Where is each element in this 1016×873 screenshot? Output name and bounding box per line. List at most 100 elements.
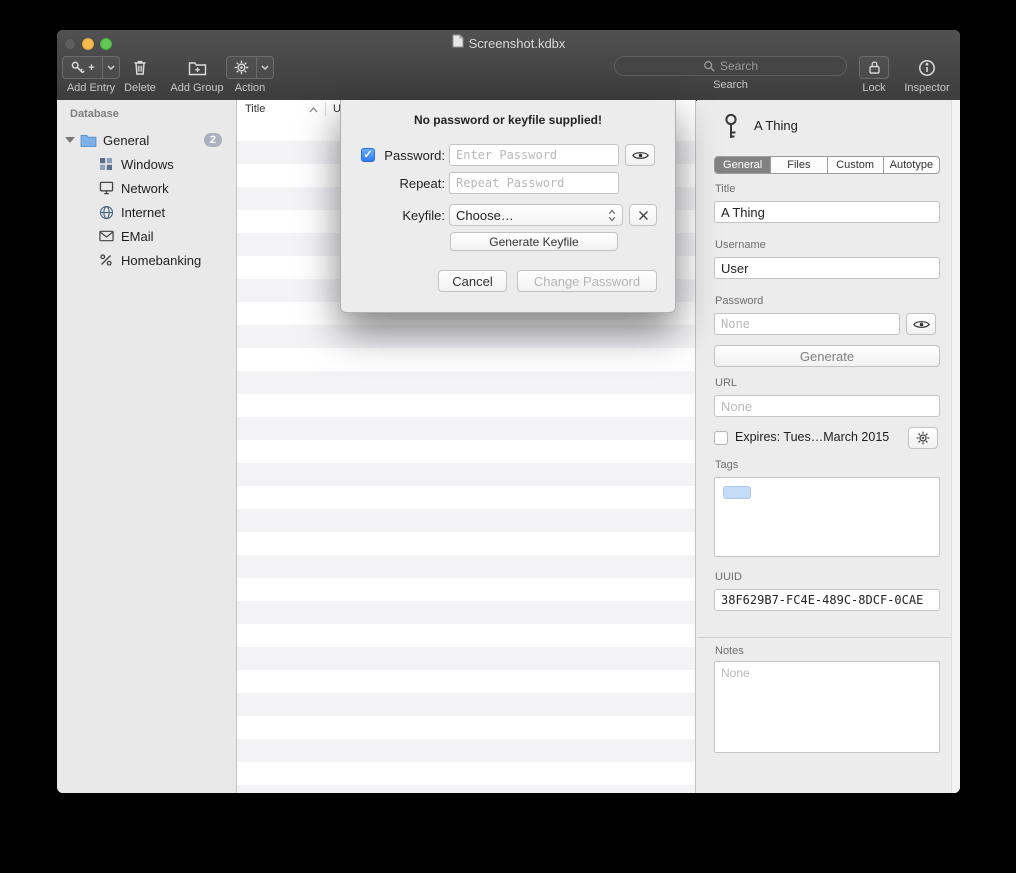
password-label: Password: [715, 295, 763, 307]
search-area: Search Search: [614, 56, 847, 91]
dialog-password-input[interactable]: [449, 144, 619, 166]
reveal-password-button[interactable]: [906, 313, 936, 335]
lock-button[interactable]: Lock: [855, 56, 893, 94]
title-input[interactable]: [714, 201, 940, 223]
generate-keyfile-button[interactable]: Generate Keyfile: [450, 232, 618, 251]
uuid-input[interactable]: [714, 589, 940, 611]
inspector-tabs: General Files Custom Autotype: [714, 156, 940, 174]
delete-button[interactable]: Delete: [119, 56, 161, 94]
title-label: Title: [715, 183, 735, 195]
inspector-scrollbar[interactable]: [951, 100, 960, 793]
expires-label: Expires: Tues…March 2015: [735, 430, 889, 444]
sidebar: Database General 2 Windows Network: [57, 100, 237, 793]
lock-icon: [868, 60, 881, 75]
search-label: Search: [713, 79, 748, 91]
add-entry-button[interactable]: + Add Entry: [62, 56, 120, 94]
add-group-label: Add Group: [170, 82, 223, 94]
change-password-dialog: No password or keyfile supplied! ✓ Passw…: [340, 100, 676, 313]
sidebar-item-label: Network: [121, 181, 236, 196]
window-title: Screenshot.kdbx: [469, 36, 566, 51]
trash-icon: [132, 56, 148, 79]
sidebar-item-label: Homebanking: [121, 253, 236, 268]
show-password-button[interactable]: [625, 144, 655, 166]
entry-title: A Thing: [754, 118, 798, 133]
tags-label: Tags: [715, 459, 738, 471]
notes-label: Notes: [715, 645, 744, 657]
dialog-password-label: Password:: [375, 148, 445, 163]
key-icon: [720, 113, 742, 145]
uuid-label: UUID: [715, 571, 742, 583]
app-window: Screenshot.kdbx + Add Entry: [57, 30, 960, 793]
entry-count-badge: 2: [204, 133, 222, 147]
expiry-settings-button[interactable]: [908, 427, 938, 449]
keyfile-value: Choose…: [456, 208, 514, 223]
window-title-area: Screenshot.kdbx: [57, 35, 960, 52]
close-icon: [638, 210, 649, 221]
key-plus-icon: +: [63, 57, 101, 78]
delete-label: Delete: [124, 82, 156, 94]
generate-password-button[interactable]: Generate: [714, 345, 940, 367]
sidebar-header: Database: [70, 108, 119, 120]
search-icon: [703, 60, 715, 72]
sidebar-item-label: Internet: [121, 205, 236, 220]
search-placeholder: Search: [720, 59, 758, 73]
tab-autotype[interactable]: Autotype: [884, 157, 939, 173]
dialog-keyfile-label: Keyfile:: [375, 208, 445, 223]
tab-general[interactable]: General: [715, 157, 771, 173]
sidebar-item-homebanking[interactable]: Homebanking: [57, 248, 236, 272]
monitor-icon: [97, 181, 115, 195]
inspector-panel: A Thing General Files Custom Autotype Ti…: [697, 100, 960, 793]
eye-icon: [632, 150, 649, 161]
sidebar-item-network[interactable]: Network: [57, 176, 236, 200]
sidebar-group-general[interactable]: General 2: [57, 128, 236, 152]
inspector-label: Inspector: [904, 82, 949, 94]
clear-keyfile-button[interactable]: [629, 204, 657, 226]
tab-files[interactable]: Files: [771, 157, 827, 173]
add-entry-label: Add Entry: [67, 82, 115, 94]
info-icon: [918, 56, 936, 79]
sidebar-item-label: Windows: [121, 157, 236, 172]
divider: [697, 637, 960, 638]
expires-checkbox[interactable]: [714, 431, 728, 445]
lock-label: Lock: [862, 82, 885, 94]
folder-plus-icon: [188, 56, 207, 79]
sidebar-group-label: General: [103, 133, 204, 148]
sidebar-item-email[interactable]: EMail: [57, 224, 236, 248]
action-button[interactable]: Action: [225, 56, 275, 94]
inspector-button[interactable]: Inspector: [899, 56, 955, 94]
gear-icon: [227, 57, 256, 78]
password-checkbox[interactable]: ✓: [361, 148, 375, 162]
username-input[interactable]: [714, 257, 940, 279]
keyfile-select[interactable]: Choose…: [449, 204, 623, 226]
action-label: Action: [235, 82, 266, 94]
tab-custom[interactable]: Custom: [828, 157, 884, 173]
url-input[interactable]: [714, 395, 940, 417]
windows-icon: [97, 157, 115, 171]
url-label: URL: [715, 377, 737, 389]
password-input[interactable]: [714, 313, 900, 335]
search-input[interactable]: Search: [614, 56, 847, 76]
username-label: Username: [715, 239, 766, 251]
column-header-title[interactable]: Title: [245, 103, 265, 115]
percent-icon: [97, 253, 115, 267]
sidebar-item-internet[interactable]: Internet: [57, 200, 236, 224]
titlebar: Screenshot.kdbx + Add Entry: [57, 30, 960, 101]
notes-input[interactable]: [714, 661, 940, 753]
globe-icon: [97, 205, 115, 220]
dialog-repeat-input[interactable]: [449, 172, 619, 194]
tag-chip[interactable]: [723, 486, 751, 499]
stepper-icon: [608, 209, 616, 222]
tags-input[interactable]: [714, 477, 940, 557]
cancel-button[interactable]: Cancel: [438, 270, 507, 292]
document-icon: [452, 34, 464, 53]
sidebar-item-label: EMail: [121, 229, 236, 244]
change-password-button[interactable]: Change Password: [517, 270, 657, 292]
sort-ascending-icon: [309, 104, 318, 116]
add-group-button[interactable]: Add Group: [165, 56, 229, 94]
add-entry-dropdown[interactable]: [102, 57, 119, 78]
dialog-repeat-label: Repeat:: [375, 176, 445, 191]
folder-icon: [79, 134, 97, 147]
disclosure-triangle-icon[interactable]: [65, 137, 75, 143]
action-dropdown[interactable]: [256, 57, 273, 78]
sidebar-item-windows[interactable]: Windows: [57, 152, 236, 176]
